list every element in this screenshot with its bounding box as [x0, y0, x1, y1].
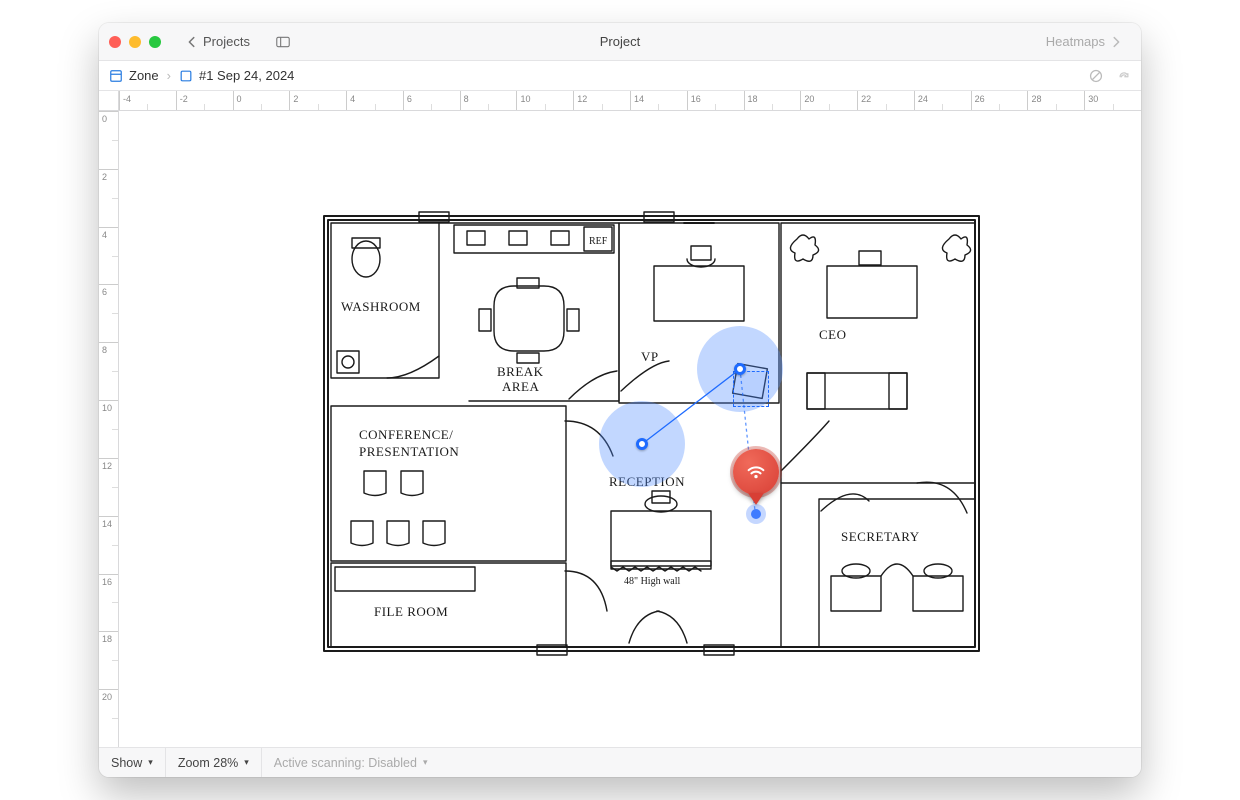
disable-icon[interactable]: [1089, 69, 1103, 83]
ruler-v-tick: 8: [99, 342, 118, 343]
ruler-horizontal: -4-202468101214161820222426283032: [99, 91, 1141, 111]
ruler-v-tick: 6: [99, 284, 118, 285]
app-window: Projects Project Heatmaps Zone › #1 Sep …: [99, 23, 1141, 777]
label-fileroom: FILE ROOM: [374, 604, 448, 619]
ruler-h-tick: 24: [914, 91, 915, 110]
ruler-h-tick: 16: [687, 91, 688, 110]
access-point-pin[interactable]: [733, 449, 779, 495]
canvas[interactable]: WASHROOM REF: [119, 111, 1141, 747]
sidebar-toggle-button[interactable]: [268, 32, 298, 52]
label-secretary: SECRETARY: [841, 529, 920, 544]
floorplan-image: WASHROOM REF: [319, 211, 984, 656]
ruler-h-tick: 8: [460, 91, 461, 110]
wifi-ap-icon: [745, 461, 767, 483]
show-menu-button[interactable]: Show ▾: [99, 748, 166, 777]
breadcrumb-bar: Zone › #1 Sep 24, 2024: [99, 61, 1141, 91]
chevron-down-icon: ▾: [244, 757, 249, 768]
chevron-right-icon: [1109, 35, 1123, 49]
ruler-v-tick: 16: [99, 574, 118, 575]
ruler-h-tick: 4: [346, 91, 347, 110]
back-projects-button[interactable]: Projects: [177, 31, 258, 52]
titlebar: Projects Project Heatmaps: [99, 23, 1141, 61]
redo-icon[interactable]: [1117, 69, 1131, 83]
ruler-h-tick: 14: [630, 91, 631, 110]
ruler-h-tick: 28: [1027, 91, 1028, 110]
ruler-h-tick: 30: [1084, 91, 1085, 110]
ruler-corner: [99, 91, 119, 111]
zoom-button[interactable]: [149, 36, 161, 48]
ruler-v-tick: 20: [99, 689, 118, 690]
survey-point-1[interactable]: [636, 438, 648, 450]
zoom-menu-button[interactable]: Zoom 28% ▾: [166, 748, 262, 777]
label-wall-note: 48" High wall: [624, 576, 681, 587]
close-button[interactable]: [109, 36, 121, 48]
zoom-label: Zoom 28%: [178, 756, 238, 770]
layer-icon: [109, 69, 123, 83]
scan-menu-button[interactable]: Active scanning: Disabled ▾: [262, 748, 440, 777]
heatmaps-label: Heatmaps: [1046, 34, 1105, 49]
label-reception: RECEPTION: [609, 474, 685, 489]
ruler-v-tick: 0: [99, 111, 118, 112]
chevron-down-icon: ▾: [423, 757, 428, 768]
label-washroom: WASHROOM: [341, 299, 421, 314]
ruler-v-tick: 10: [99, 400, 118, 401]
survey-point-2[interactable]: [734, 363, 746, 375]
ruler-vertical: 0246810121416182022: [99, 111, 119, 747]
chevron-left-icon: [185, 35, 199, 49]
breadcrumb-zone[interactable]: Zone: [129, 68, 159, 83]
ruler-h-tick: -2: [176, 91, 177, 110]
label-conf2: PRESENTATION: [359, 444, 459, 459]
window-controls: [109, 36, 161, 48]
label-ref: REF: [589, 236, 608, 247]
label-conf1: CONFERENCE/: [359, 427, 453, 442]
ruler-h-tick: 10: [516, 91, 517, 110]
label-break2: AREA: [502, 379, 540, 394]
ruler-h-tick: 22: [857, 91, 858, 110]
chevron-down-icon: ▾: [148, 757, 153, 768]
ruler-h-tick: 2: [289, 91, 290, 110]
minimize-button[interactable]: [129, 36, 141, 48]
ruler-h-tick: 0: [233, 91, 234, 110]
ruler-h-tick: 26: [971, 91, 972, 110]
ruler-h-tick: -4: [119, 91, 120, 110]
label-ceo: CEO: [819, 327, 847, 342]
ruler-h-tick: 20: [800, 91, 801, 110]
ruler-h-tick: 18: [744, 91, 745, 110]
show-label: Show: [111, 756, 142, 770]
breadcrumb-separator: ›: [167, 68, 171, 83]
label-vp: VP: [641, 349, 659, 364]
statusbar: Show ▾ Zoom 28% ▾ Active scanning: Disab…: [99, 747, 1141, 777]
label-break1: BREAK: [497, 364, 544, 379]
ruler-v-tick: 18: [99, 631, 118, 632]
back-projects-label: Projects: [203, 34, 250, 49]
heatmaps-button[interactable]: Heatmaps: [1038, 31, 1131, 52]
snapshot-icon: [179, 69, 193, 83]
ruler-h-tick: 6: [403, 91, 404, 110]
scan-label: Active scanning: Disabled: [274, 756, 417, 770]
ruler-v-tick: 4: [99, 227, 118, 228]
ruler-h-tick: 12: [573, 91, 574, 110]
workspace: 0246810121416182022: [99, 111, 1141, 747]
ruler-v-tick: 14: [99, 516, 118, 517]
ruler-v-tick: 12: [99, 458, 118, 459]
breadcrumb-snapshot[interactable]: #1 Sep 24, 2024: [199, 68, 294, 83]
sidebar-toggle-icon: [276, 35, 290, 49]
ruler-v-tick: 2: [99, 169, 118, 170]
